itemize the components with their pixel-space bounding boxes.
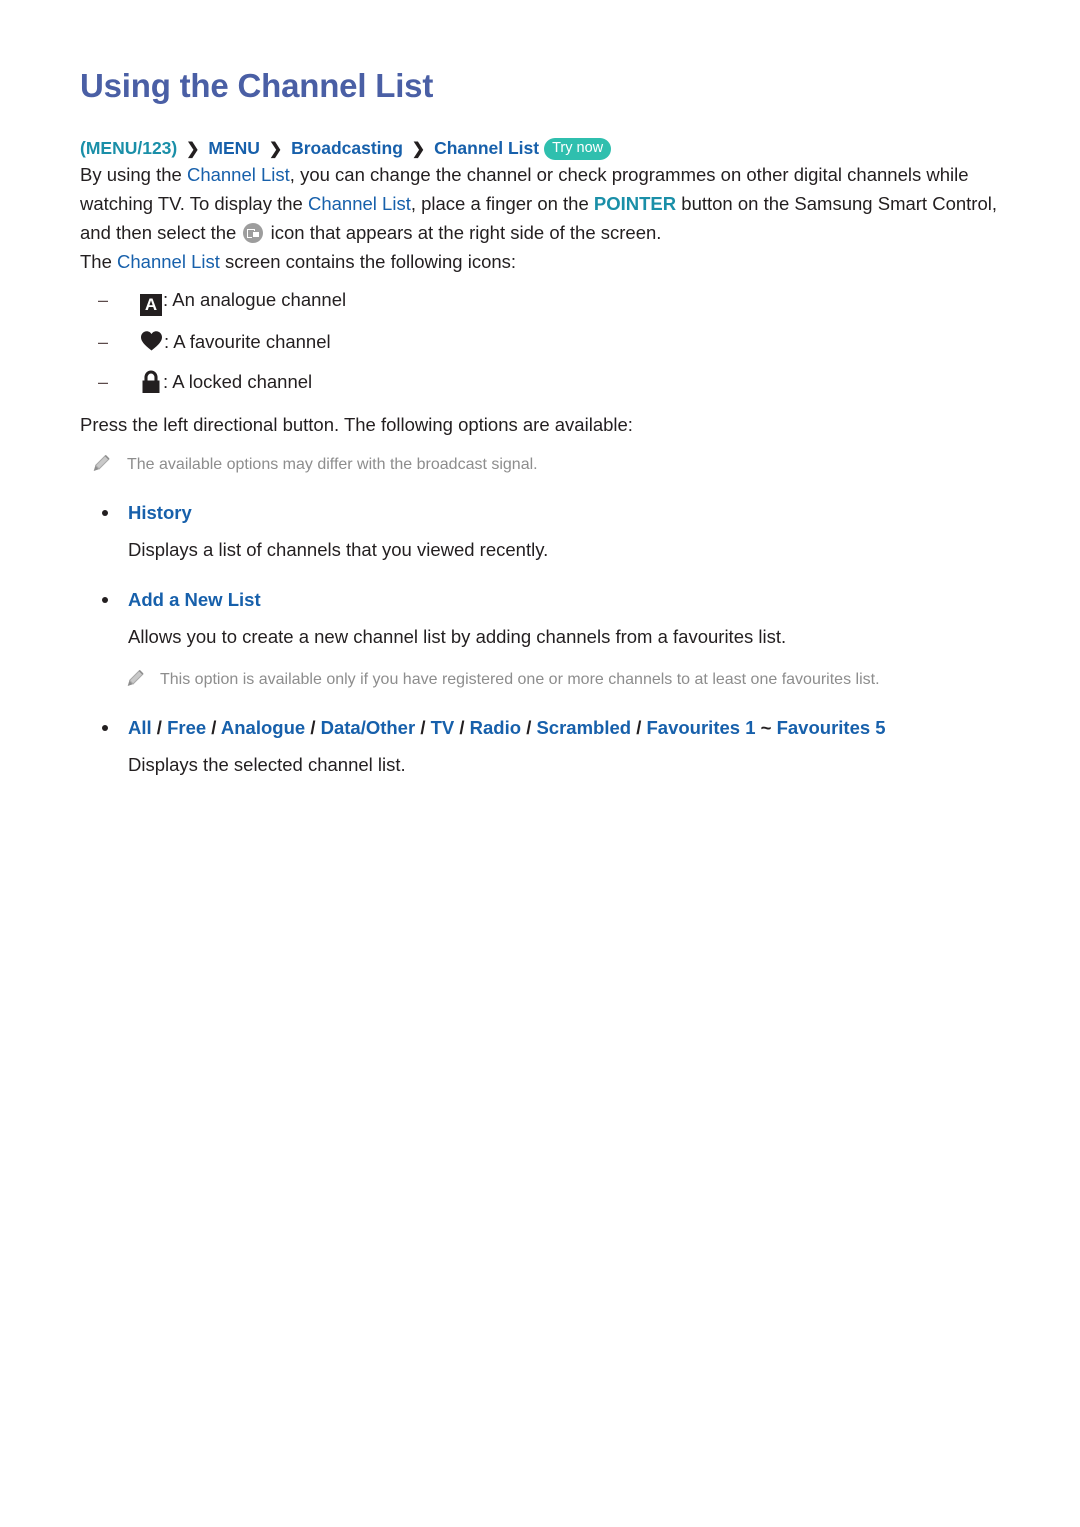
- intro-link-channel-list-2: Channel List: [307, 193, 411, 215]
- channel-icon-legend-list: – A: An analogue channel – : A favourite…: [80, 286, 1010, 396]
- filter-part-favourites-5: Favourites 5: [776, 717, 886, 739]
- legend-item-locked: – : A locked channel: [80, 368, 1010, 396]
- locked-padlock-icon: [140, 370, 162, 394]
- filter-part-data-other: Data/Other: [320, 717, 416, 739]
- filter-part-free: Free: [167, 717, 207, 739]
- favourite-heart-icon: [140, 330, 163, 352]
- option-heading-channel-filters[interactable]: All / Free / Analogue / Data/Other / TV …: [80, 715, 1010, 741]
- press-instruction: Press the left directional button. The f…: [80, 414, 633, 436]
- filter-part-analogue: Analogue: [220, 717, 306, 739]
- note-text-2: This option is available only if you hav…: [160, 671, 880, 689]
- note-registered-channels: This option is available only if you hav…: [80, 668, 1010, 692]
- intro-text-3: , place a finger on the: [410, 193, 594, 215]
- channel-list-icon: [243, 223, 264, 244]
- dash-marker-icon: –: [98, 372, 109, 393]
- page-title: Using the Channel List: [80, 67, 434, 104]
- option-description-add-a-new-list: Allows you to create a new channel list …: [128, 626, 787, 648]
- bullet-icon: [102, 597, 108, 604]
- intro-pointer-keyword: POINTER: [593, 193, 677, 215]
- filter-part-radio: Radio: [469, 717, 522, 739]
- bullet-icon: [102, 510, 108, 517]
- legend-label-favourite: : A favourite channel: [164, 331, 331, 353]
- filter-separator: /: [310, 717, 316, 739]
- filter-part-all: All: [128, 717, 152, 739]
- option-description-history: Displays a list of channels that you vie…: [128, 539, 549, 561]
- filter-separator: /: [211, 717, 217, 739]
- option-heading-add-a-new-list[interactable]: Add a New List: [80, 587, 1010, 613]
- try-now-badge[interactable]: Try now: [544, 138, 612, 161]
- breadcrumb: (MENU/123) ❯ MENU ❯ Broadcasting ❯ Chann…: [80, 138, 1010, 161]
- option-history: History Displays a list of channels that…: [80, 500, 1010, 564]
- intro-paragraph: By using the Channel List, you can chang…: [80, 160, 1010, 247]
- page-content: Using the Channel List (MENU/123) ❯ MENU…: [80, 0, 1010, 779]
- intro-text-5: icon that appears at the right side of t…: [265, 222, 662, 244]
- chevron-right-icon-2: ❯: [268, 141, 283, 159]
- option-add-a-new-list: Add a New List Allows you to create a ne…: [80, 587, 1010, 651]
- bullet-icon: [102, 725, 108, 732]
- legend-item-favourite: – : A favourite channel: [80, 328, 1010, 356]
- icons-intro-paragraph: The Channel List screen contains the fol…: [80, 247, 1010, 276]
- filter-separator: /: [526, 717, 532, 739]
- dash-marker-icon: –: [98, 290, 109, 311]
- icons-intro-link-channel-list: Channel List: [117, 251, 220, 273]
- note-available-options: The available options may differ with th…: [80, 453, 1010, 477]
- intro-text-1: By using the: [80, 164, 187, 186]
- breadcrumb-menu[interactable]: MENU: [208, 138, 260, 158]
- pencil-icon: [126, 669, 145, 688]
- breadcrumb-channel-list[interactable]: Channel List: [434, 138, 539, 158]
- option-heading-text: History: [128, 502, 192, 524]
- legend-label-analogue: : An analogue channel: [163, 289, 347, 311]
- option-description-channel-filters: Displays the selected channel list.: [128, 754, 406, 776]
- breadcrumb-menu123[interactable]: (MENU/123): [80, 138, 177, 158]
- filter-separator: /: [459, 717, 465, 739]
- option-heading-text: Add a New List: [128, 589, 261, 611]
- icons-intro-text-1: The: [80, 251, 118, 273]
- filter-separator: /: [420, 717, 426, 739]
- options-list: History Displays a list of channels that…: [80, 500, 1010, 651]
- option-heading-history[interactable]: History: [80, 500, 1010, 526]
- legend-label-locked: : A locked channel: [163, 371, 313, 393]
- pencil-icon: [92, 454, 111, 473]
- dash-marker-icon: –: [98, 332, 109, 353]
- filter-separator: /: [156, 717, 162, 739]
- breadcrumb-broadcasting[interactable]: Broadcasting: [291, 138, 403, 158]
- chevron-right-icon-1: ❯: [186, 141, 200, 159]
- filter-range-tilde: ~: [760, 717, 772, 739]
- document-page: Using the Channel List (MENU/123) ❯ MENU…: [0, 0, 1080, 1527]
- chevron-right-icon-3: ❯: [411, 141, 426, 159]
- option-channel-filters: All / Free / Analogue / Data/Other / TV …: [80, 715, 1010, 779]
- filter-part-favourites-1: Favourites 1: [646, 717, 756, 739]
- intro-link-channel-list-1: Channel List: [186, 164, 290, 186]
- icons-intro-text-2: screen contains the following icons:: [219, 251, 517, 273]
- filter-separator: /: [636, 717, 642, 739]
- note-text-1: The available options may differ with th…: [127, 456, 538, 474]
- legend-item-analogue: – A: An analogue channel: [80, 286, 1010, 317]
- filter-part-tv: TV: [430, 717, 455, 739]
- analogue-a-icon: A: [140, 294, 162, 317]
- filter-part-scrambled: Scrambled: [536, 717, 632, 739]
